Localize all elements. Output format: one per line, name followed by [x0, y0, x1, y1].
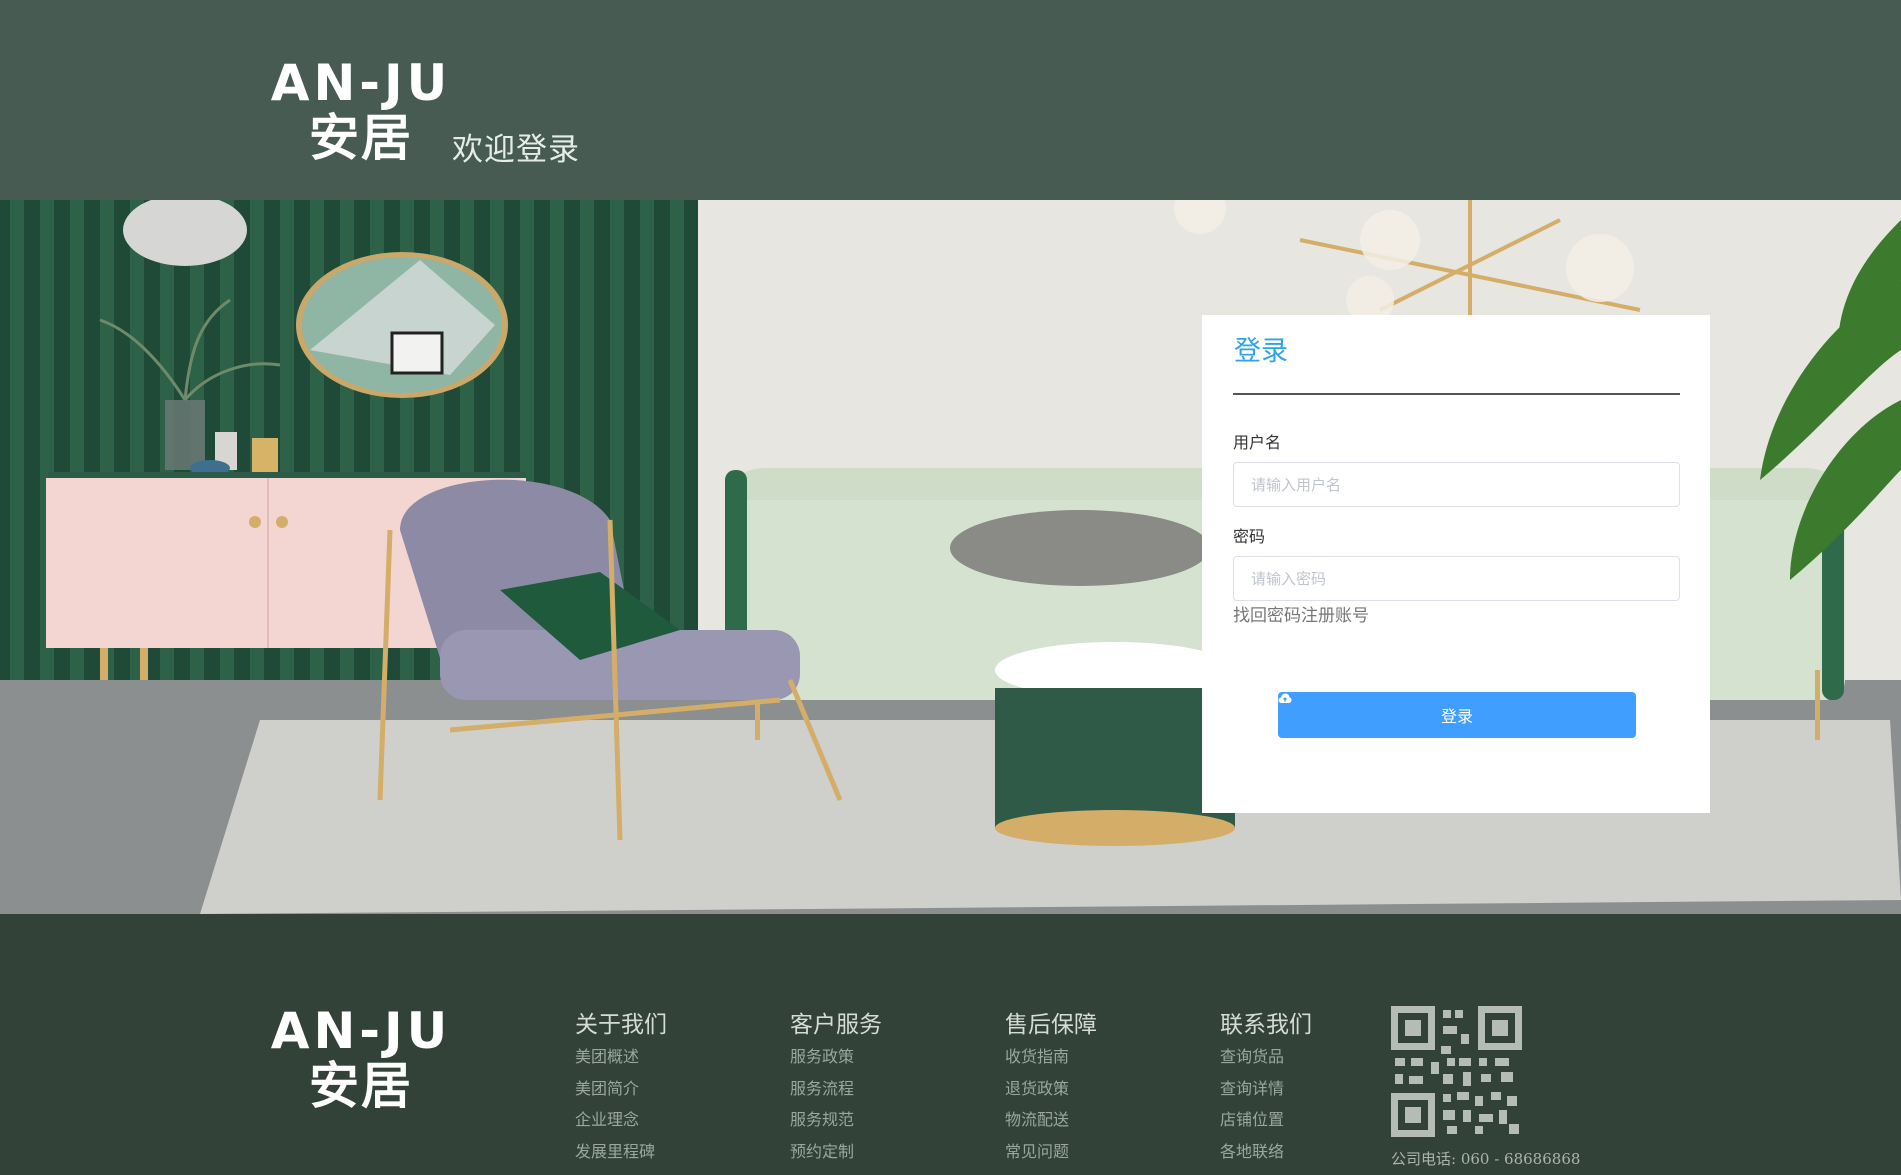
footer-link[interactable]: 服务规范 — [790, 1104, 882, 1136]
login-panel: 登录 用户名 密码 找回密码注册账号 登录 — [1202, 315, 1710, 813]
footer-link[interactable]: 服务流程 — [790, 1073, 882, 1105]
footer-link[interactable]: 退货政策 — [1005, 1073, 1097, 1105]
footer-column-contact: 联系我们 查询货品 查询详情 店铺位置 各地联络 — [1220, 1005, 1312, 1167]
footer-link[interactable]: 发展里程碑 — [575, 1136, 667, 1168]
footer-logo-text-cn: 安居 — [309, 1057, 413, 1115]
qr-code-icon — [1391, 1006, 1522, 1137]
site-header: AN-JU 安居 欢迎登录 — [0, 0, 1901, 200]
footer-column-title: 关于我们 — [575, 1012, 667, 1038]
footer-logo-text-en: AN-JU — [270, 1002, 452, 1060]
footer-link[interactable]: 查询货品 — [1220, 1041, 1312, 1073]
login-title: 登录 — [1234, 336, 1288, 367]
footer-link[interactable]: 企业理念 — [575, 1104, 667, 1136]
site-footer: AN-JU 安居 关于我们 美团概述 美团简介 企业理念 发展里程碑 客户服务 … — [0, 914, 1901, 1175]
footer-link[interactable]: 查询详情 — [1220, 1073, 1312, 1105]
hero-banner: 登录 用户名 密码 找回密码注册账号 登录 — [0, 200, 1901, 914]
footer-link[interactable]: 收货指南 — [1005, 1041, 1097, 1073]
password-input[interactable] — [1233, 556, 1680, 601]
footer-link[interactable]: 美团简介 — [575, 1073, 667, 1105]
welcome-text: 欢迎登录 — [452, 132, 580, 168]
account-links: 找回密码注册账号 — [1233, 601, 1369, 626]
footer-link[interactable]: 物流配送 — [1005, 1104, 1097, 1136]
logo-text-cn: 安居 — [309, 109, 413, 167]
forgot-password-link[interactable]: 找回密码 — [1233, 606, 1301, 626]
cloud-upload-icon — [1278, 693, 1292, 703]
footer-link[interactable]: 预约定制 — [790, 1136, 882, 1168]
footer-column-service: 客户服务 服务政策 服务流程 服务规范 预约定制 — [790, 1005, 882, 1167]
footer-link[interactable]: 常见问题 — [1005, 1136, 1097, 1168]
contact-phone: 公司电话: 060 - 68686868 — [1391, 1150, 1581, 1168]
footer-column-aftersales: 售后保障 收货指南 退货政策 物流配送 常见问题 — [1005, 1005, 1097, 1167]
logo-text-en: AN-JU — [270, 54, 452, 112]
username-label: 用户名 — [1233, 433, 1282, 452]
login-button-label: 登录 — [1440, 707, 1473, 726]
login-divider — [1233, 393, 1680, 395]
footer-link[interactable]: 店铺位置 — [1220, 1104, 1312, 1136]
footer-link[interactable]: 美团概述 — [575, 1041, 667, 1073]
password-label: 密码 — [1233, 527, 1266, 546]
footer-column-about: 关于我们 美团概述 美团简介 企业理念 发展里程碑 — [575, 1005, 667, 1167]
login-button[interactable]: 登录 — [1278, 692, 1636, 738]
register-link[interactable]: 注册账号 — [1301, 606, 1369, 626]
footer-column-title: 客户服务 — [790, 1012, 882, 1038]
footer-column-title: 售后保障 — [1005, 1012, 1097, 1038]
footer-link[interactable]: 服务政策 — [790, 1041, 882, 1073]
brand-logo[interactable]: AN-JU 安居 — [268, 56, 454, 166]
footer-link[interactable]: 各地联络 — [1220, 1136, 1312, 1168]
username-input[interactable] — [1233, 462, 1680, 507]
footer-logo[interactable]: AN-JU 安居 — [268, 1004, 454, 1114]
footer-column-title: 联系我们 — [1220, 1012, 1312, 1038]
